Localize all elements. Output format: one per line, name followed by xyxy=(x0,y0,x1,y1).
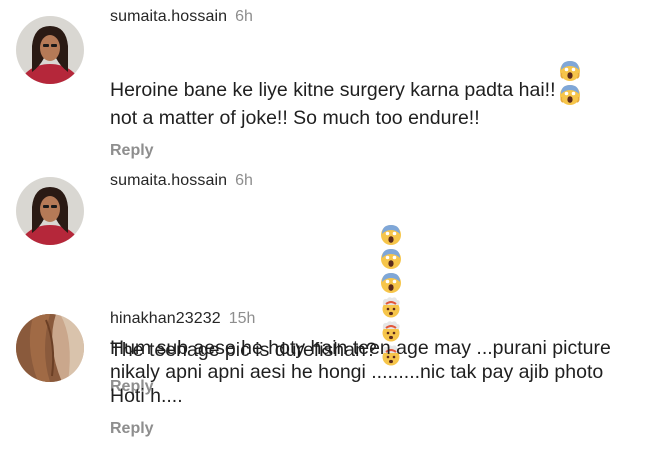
avatar[interactable] xyxy=(16,16,84,84)
username[interactable]: hinakhan23232 xyxy=(110,310,221,327)
timestamp: 15h xyxy=(228,310,256,327)
username[interactable]: sumaita.hossain xyxy=(110,8,227,25)
comment-text-line: Heroine bane ke liye kitne surgery karna… xyxy=(110,79,556,101)
comment-meta: sumaita.hossain 6h xyxy=(110,6,638,28)
timestamp: 6h xyxy=(235,8,253,25)
screaming-face-emoji xyxy=(380,224,401,245)
comment-meta: sumaita.hossain 6h xyxy=(110,170,638,192)
comment-text: Hum sub aese he hoty hain teen age may .… xyxy=(110,337,611,407)
emoji-group xyxy=(559,34,582,106)
comment-text: Heroine bane ke liye kitne surgery karna… xyxy=(110,34,638,130)
username[interactable]: sumaita.hossain xyxy=(110,172,227,189)
screaming-face-emoji xyxy=(380,272,401,293)
reply-button[interactable]: Reply xyxy=(110,142,638,160)
comment-text-line: not a matter of joke!! So much too endur… xyxy=(110,107,480,129)
screaming-face-emoji xyxy=(559,84,580,105)
screaming-face-emoji xyxy=(559,60,580,81)
avatar[interactable] xyxy=(16,177,84,245)
timestamp: 6h xyxy=(235,172,253,189)
screaming-face-emoji xyxy=(380,248,401,269)
comment-meta: hinakhan23232 15h xyxy=(110,308,638,330)
avatar[interactable] xyxy=(16,314,84,382)
reply-button[interactable]: Reply xyxy=(110,420,638,438)
